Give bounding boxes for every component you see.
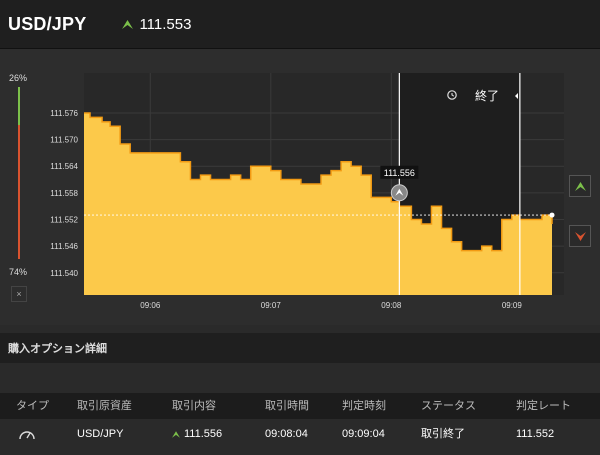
currency-pair-title: USD/JPY [8,13,87,34]
judge-rate-cell: 111.552 [516,428,555,440]
x-tick-label: 09:06 [140,301,161,310]
header-trade-time: 取引時間 [265,400,309,412]
down-arrow-icon [574,231,586,241]
x-axis-ticks: 09:06 09:07 09:08 09:09 [140,301,522,310]
y-axis-ticks: 111.576 111.570 111.564 111.558 111.552 111.5… [50,109,78,278]
x-tick-label: 09:07 [261,301,282,310]
y-tick-label: 111.576 [50,109,78,118]
y-tick-label: 111.570 [50,136,78,145]
header-content: 取引内容 [172,400,216,412]
x-tick-label: 09:09 [502,301,523,310]
header-judge-time: 判定時刻 [342,400,386,412]
y-tick-label: 111.552 [50,216,78,225]
entry-pin-icon [390,184,408,202]
chart-area: 26% 74% × 111.576 111.570 111.564 111.558 11… [0,49,600,325]
gauge-icon [18,427,36,444]
purchase-details-bar: 購入オプション詳細 [0,333,600,363]
up-arrow-icon [172,430,180,438]
table-header: タイプ 取引原資産 取引内容 取引時間 判定時刻 ステータス 判定レート [0,393,600,419]
content-value: 111.556 [184,428,223,440]
header-rate: 111.553 [122,16,191,33]
y-tick-label: 111.558 [50,189,78,198]
header-type: タイプ [16,400,49,412]
y-tick-label: 111.564 [50,162,78,171]
x-tick-label: 09:08 [381,301,402,310]
header-status: ステータス [421,400,476,412]
entry-rate-tooltip: 111.556 [380,165,419,179]
current-rate-dot [549,212,555,218]
y-tick-label: 111.540 [50,269,78,278]
header-judge-rate: 判定レート [516,400,571,412]
table-row[interactable]: USD/JPY 111.556 09:08:04 09:09:04 取引終了 1… [0,421,600,447]
tooltip-value: 111.556 [384,168,415,178]
current-rate-value: 111.553 [139,15,192,33]
up-arrow-icon [574,181,586,191]
header-bar: USD/JPY 111.553 [0,0,600,49]
judge-time-cell: 09:09:04 [342,428,385,440]
high-button[interactable] [569,175,591,197]
low-button[interactable] [569,225,591,247]
end-label: 終了 [475,88,499,103]
header-asset: 取引原資産 [77,400,132,412]
content-cell: 111.556 [172,421,222,447]
price-chart[interactable]: 111.576 111.570 111.564 111.558 111.552 111.5… [0,49,600,325]
up-arrow-icon [122,19,134,29]
y-tick-label: 111.546 [50,242,78,251]
trade-time-cell: 09:08:04 [265,428,308,440]
purchase-details-title: 購入オプション詳細 [8,343,107,355]
status-cell: 取引終了 [421,428,465,440]
asset-cell: USD/JPY [77,428,124,440]
